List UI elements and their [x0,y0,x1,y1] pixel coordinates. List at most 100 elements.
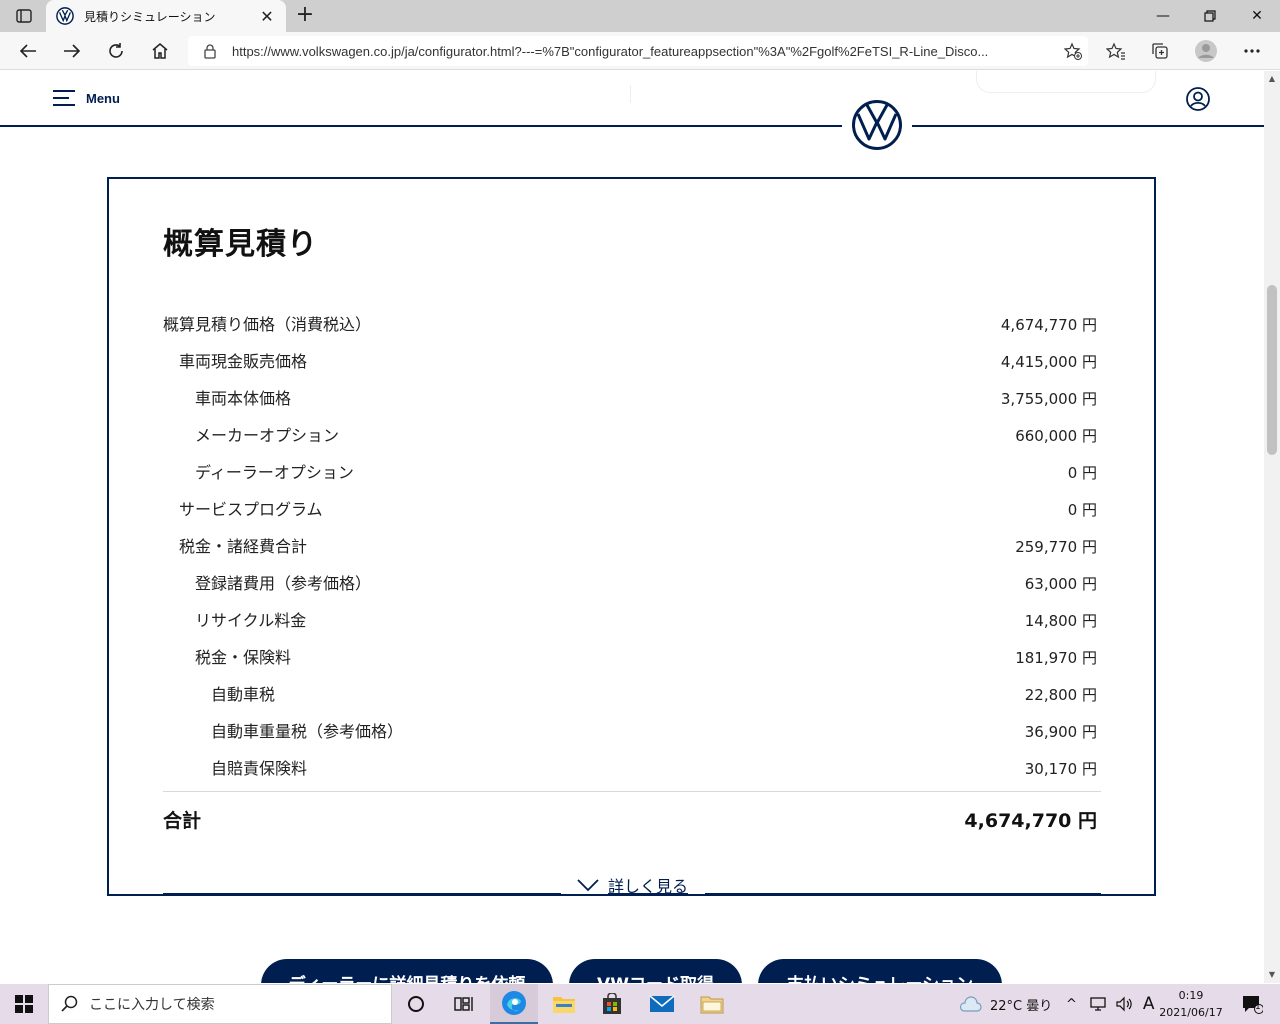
row-value: 660,000 円 [1015,427,1097,445]
forward-icon[interactable] [58,37,86,65]
tab-actions-menu-icon[interactable] [8,5,40,27]
notification-count: 1 [1255,1002,1261,1012]
task-view-icon[interactable] [440,984,488,1024]
cloud-icon [959,996,982,1012]
faded-divider [630,85,631,103]
weather-text: 22°C 曇り [990,998,1053,1014]
row-value: 0 円 [1067,464,1097,482]
menu-button[interactable]: Menu [52,89,120,107]
row-value: 4,415,000 円 [1000,353,1097,371]
edge-browser-icon[interactable] [490,984,538,1024]
windows-start-icon[interactable] [0,984,48,1024]
total-divider [163,791,1101,792]
row-value: 14,800 円 [1024,612,1097,630]
estimate-row: リサイクル料金 14,800 円 [163,607,1097,644]
cortana-icon[interactable] [392,984,440,1024]
row-value: 0 円 [1067,501,1097,519]
search-icon [61,995,78,1012]
total-value: 4,674,770 円 [964,810,1097,832]
vw-logo-icon[interactable] [851,99,903,151]
scroll-up-icon[interactable]: ▲ [1264,71,1280,87]
scroll-thumb[interactable] [1267,285,1277,455]
close-window-icon[interactable]: ✕ [1234,0,1280,32]
row-label: メーカーオプション [195,426,340,445]
page-scrollbar[interactable]: ▲ ▼ [1264,71,1280,983]
row-value: 3,755,000 円 [1000,390,1097,408]
folder-app-icon[interactable] [688,984,736,1024]
more-line-right [705,893,1101,895]
windows-taskbar: ここに入力して検索 22°C 曇り ^ A 0:19 2021/06/17 1 [0,984,1280,1024]
estimate-row: サービスプログラム 0 円 [163,496,1097,533]
minimize-icon[interactable]: — [1140,0,1186,32]
row-label: ディーラーオプション [195,463,354,482]
estimate-row: ディーラーオプション 0 円 [163,459,1097,496]
mail-icon[interactable] [638,984,686,1024]
row-value: 30,170 円 [1024,760,1097,778]
row-label: 登録諸費用（参考価格） [195,574,372,593]
scroll-down-icon[interactable]: ▼ [1264,967,1280,983]
estimate-row: 登録諸費用（参考価格） 63,000 円 [163,570,1097,607]
favorites-icon[interactable] [1102,37,1130,65]
estimate-row: 車両本体価格 3,755,000 円 [163,385,1097,422]
volume-icon[interactable] [1115,996,1133,1012]
dealer-quote-button[interactable]: ディーラーに詳細見積りを依頼 [261,959,553,983]
hamburger-icon [53,90,75,106]
tray-chevron-up-icon[interactable]: ^ [1066,997,1077,1012]
url-text[interactable]: https://www.volkswagen.co.jp/ja/configur… [232,44,1058,59]
profile-avatar-icon[interactable] [1192,37,1220,65]
network-icon[interactable] [1089,996,1107,1012]
row-value: 22,800 円 [1024,686,1097,704]
row-label: 自動車重量税（参考価格） [211,722,404,741]
home-icon[interactable] [146,37,174,65]
more-line-left [163,893,561,895]
store-icon[interactable] [588,984,636,1024]
menu-label: Menu [86,90,120,106]
lock-icon[interactable] [202,43,218,59]
vw-favicon-icon [56,7,74,25]
estimate-row: 概算見積り価格（消費税込） 4,674,770 円 [163,311,1097,348]
weather-widget[interactable]: 22°C 曇り [958,984,1052,1024]
notification-center-icon[interactable]: 1 [1230,984,1274,1024]
faded-header-button [976,71,1156,93]
estimate-title: 概算見積り [163,227,318,262]
show-more-link[interactable]: 詳しく見る [576,873,688,897]
search-placeholder: ここに入力して検索 [89,997,215,1013]
row-value: 4,674,770 円 [1000,316,1097,334]
header-line-right [912,125,1264,127]
more-options-icon[interactable] [1238,37,1266,65]
row-label: 自賠責保険料 [211,759,308,778]
row-value: 181,970 円 [1015,649,1097,667]
restore-icon[interactable] [1187,0,1233,32]
row-label: 車両本体価格 [195,389,292,408]
close-tab-icon[interactable]: ✕ [258,7,276,26]
ime-indicator[interactable]: A [1143,994,1155,1014]
browser-toolbar: https://www.volkswagen.co.jp/ja/configur… [0,32,1280,70]
chevron-down-icon [577,879,599,892]
browser-tab-active[interactable]: 見積りシミュレーション ✕ [46,0,286,32]
back-icon[interactable] [14,37,42,65]
add-favorite-icon[interactable] [1058,37,1088,65]
estimate-card: 概算見積り 概算見積り価格（消費税込） 4,674,770 円 車両現金販売価格… [107,177,1156,896]
total-label: 合計 [163,810,202,832]
page-viewport: Menu 概算見積り 概算見積り価格（消費税込） 4,674,770 円 車両現… [0,71,1264,983]
row-label: 車両現金販売価格 [179,352,308,371]
taskbar-clock[interactable]: 0:19 2021/06/17 [1156,987,1226,1021]
address-bar[interactable]: https://www.volkswagen.co.jp/ja/configur… [188,36,1088,66]
file-explorer-icon[interactable] [540,984,588,1024]
row-value: 259,770 円 [1015,538,1097,556]
collections-icon[interactable] [1146,37,1174,65]
refresh-icon[interactable] [102,37,130,65]
row-label: 自動車税 [211,685,276,704]
payment-simulation-button[interactable]: 支払いシミュレーション [758,959,1002,983]
user-account-icon[interactable] [1186,87,1210,111]
total-row: 合計 4,674,770 円 [163,806,1097,843]
vw-code-button[interactable]: VWコード取得 [569,959,742,983]
taskbar-search-box[interactable]: ここに入力して検索 [48,984,392,1024]
clock-time: 0:19 [1178,989,1204,1002]
header-line-left [0,125,842,127]
browser-tab-bar: 見積りシミュレーション ✕ + — ✕ [0,0,1280,32]
estimate-row: 自賠責保険料 30,170 円 [163,755,1097,792]
estimate-row: 車両現金販売価格 4,415,000 円 [163,348,1097,385]
new-tab-icon[interactable]: + [292,4,318,28]
show-more-label: 詳しく見る [608,877,689,896]
